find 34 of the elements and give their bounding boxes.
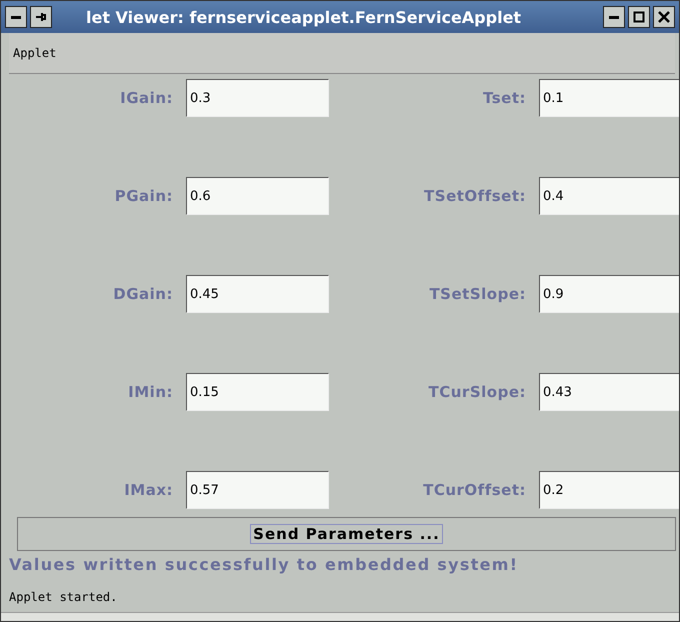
input-field[interactable]: 0.45 bbox=[186, 275, 329, 313]
field-label: TCurOffset: bbox=[422, 481, 526, 499]
input-field[interactable]: 0.2 bbox=[539, 471, 679, 509]
pin-button[interactable] bbox=[30, 6, 52, 28]
minimize-button[interactable] bbox=[603, 6, 625, 28]
maximize-button[interactable] bbox=[628, 6, 650, 28]
input-field[interactable]: 0.6 bbox=[186, 177, 329, 215]
field-label: IMax: bbox=[123, 481, 173, 499]
scroll-bar[interactable] bbox=[1, 612, 679, 621]
field-label: PGain: bbox=[114, 187, 173, 205]
input-field[interactable]: 0.3 bbox=[186, 79, 329, 117]
field-label: DGain: bbox=[112, 285, 173, 303]
close-icon bbox=[658, 11, 670, 23]
window-title: let Viewer: fernserviceapplet.FernServiceApplet bbox=[85, 8, 522, 26]
maximize-icon bbox=[633, 11, 645, 23]
input-field[interactable]: 0.43 bbox=[539, 373, 679, 411]
pin-icon bbox=[35, 11, 47, 23]
field-label: IMin: bbox=[127, 383, 173, 401]
field-label: Tset: bbox=[482, 89, 526, 107]
field-label: IGain: bbox=[119, 89, 173, 107]
window-menu-button[interactable] bbox=[5, 6, 27, 28]
input-field[interactable]: 0.4 bbox=[539, 177, 679, 215]
status-text: Applet started. bbox=[9, 590, 118, 604]
field-label: TCurSlope: bbox=[428, 383, 526, 401]
field-label: TSetOffset: bbox=[423, 187, 526, 205]
status-message: Values written successfully to embedded system! bbox=[9, 555, 520, 574]
input-field[interactable]: 0.15 bbox=[186, 373, 329, 411]
input-field[interactable]: 0.1 bbox=[539, 79, 679, 117]
field-label: TSetSlope: bbox=[428, 285, 526, 303]
input-field[interactable]: 0.57 bbox=[186, 471, 329, 509]
send-parameters-button[interactable]: Send Parameters ... bbox=[17, 517, 676, 551]
input-field[interactable]: 0.9 bbox=[539, 275, 679, 313]
menu-item[interactable]: Applet bbox=[13, 46, 56, 60]
close-button[interactable] bbox=[653, 6, 675, 28]
